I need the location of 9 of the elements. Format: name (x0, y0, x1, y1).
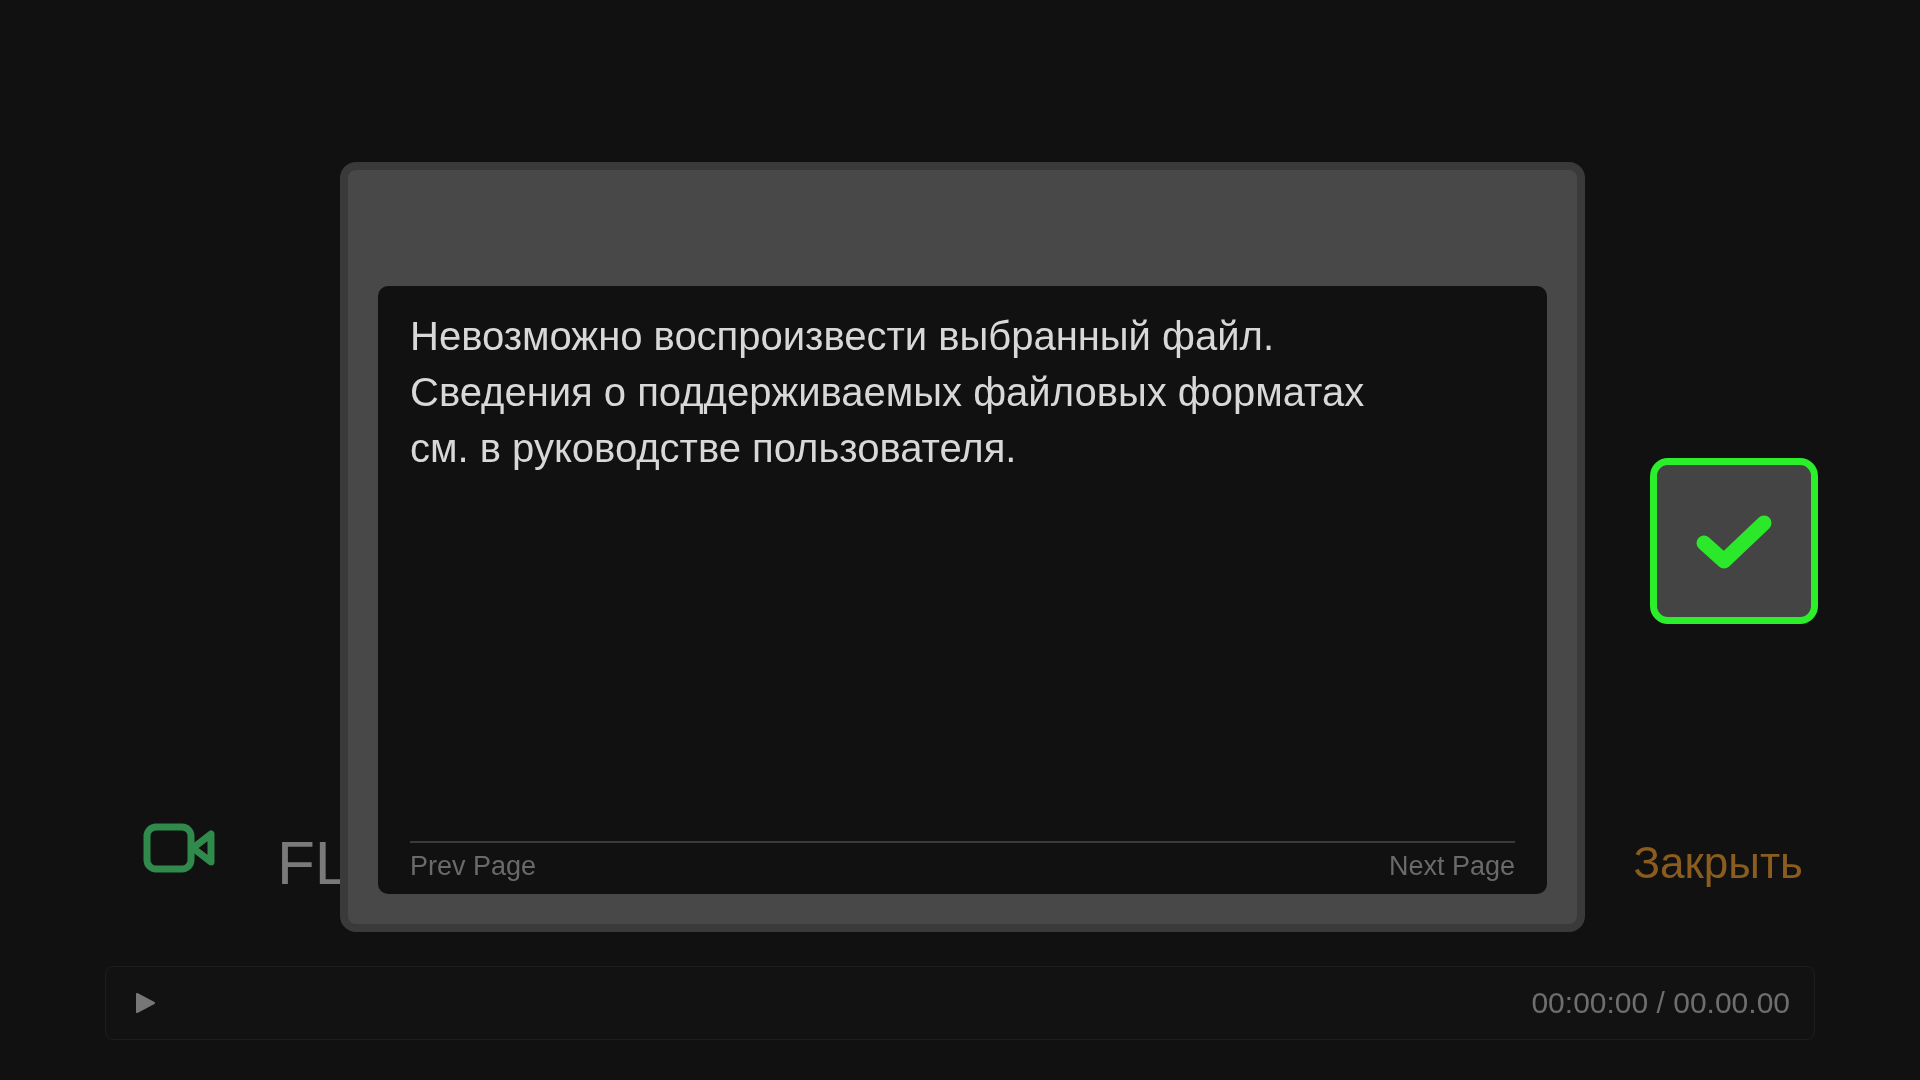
close-link[interactable]: Закрыть (1633, 838, 1803, 888)
confirm-button[interactable] (1650, 458, 1818, 624)
time-display: 00:00:00 / 00.00.00 (1531, 986, 1790, 1020)
media-title: FL (277, 832, 350, 894)
prev-page-button[interactable]: Prev Page (410, 851, 537, 882)
video-camera-icon (143, 823, 217, 873)
next-page-button[interactable]: Next Page (1388, 851, 1515, 882)
play-icon[interactable] (134, 992, 156, 1014)
error-message: Невозможно воспроизвести выбранный файл. Сведения о поддерживаемых файловых форматах см. в руководстве пользователя. (410, 313, 1366, 472)
